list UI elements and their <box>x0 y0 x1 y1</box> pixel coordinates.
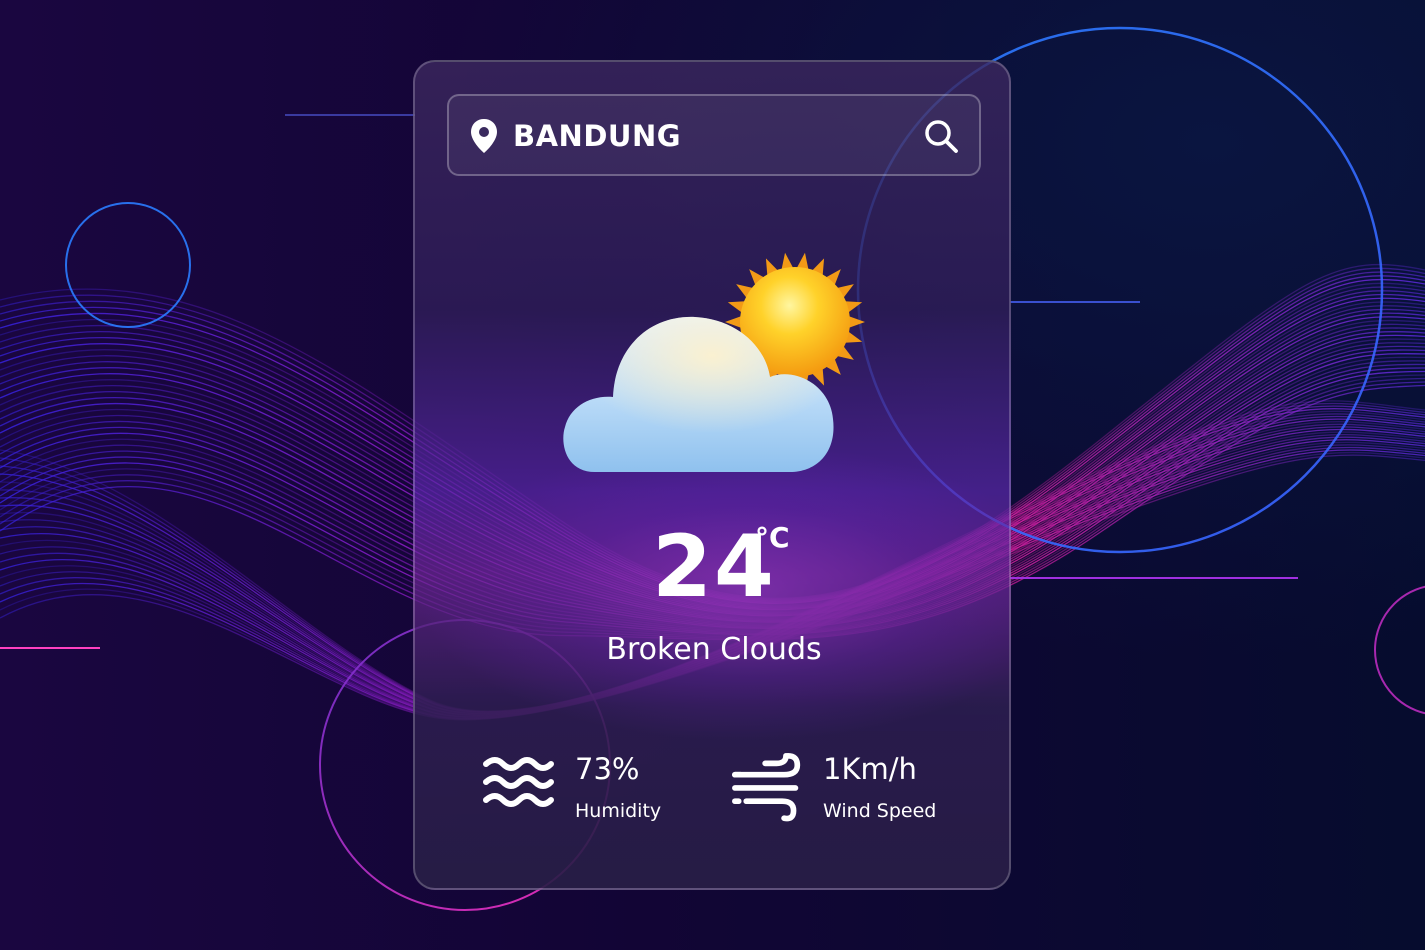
temperature-block: 24 °C <box>415 517 1009 617</box>
weather-card: 24 °C Broken Clouds 73% Humidity 1Km/h <box>413 60 1011 890</box>
humidity-stat: 73% Humidity <box>481 752 711 832</box>
wind-icon <box>732 752 801 822</box>
humidity-waves-icon <box>483 757 554 807</box>
wind-value: 1Km/h <box>823 752 917 786</box>
temperature-unit: °C <box>755 521 790 554</box>
humidity-label: Humidity <box>575 800 662 822</box>
location-pin-icon <box>471 119 497 153</box>
weather-description: Broken Clouds <box>606 632 822 667</box>
search-bar[interactable] <box>447 94 981 176</box>
search-icon[interactable] <box>921 116 961 156</box>
wind-label: Wind Speed <box>823 800 937 822</box>
city-input[interactable] <box>513 114 893 158</box>
partly-cloudy-icon <box>563 252 865 472</box>
humidity-value: 73% <box>575 752 640 786</box>
wind-stat: 1Km/h Wind Speed <box>729 752 969 832</box>
